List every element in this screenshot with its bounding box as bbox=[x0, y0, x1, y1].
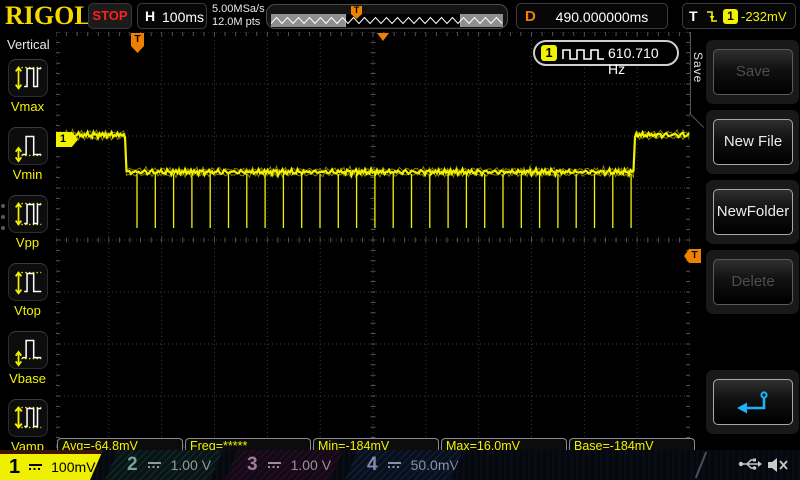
sidebar-item-label: Vbase bbox=[0, 371, 55, 386]
vmin-icon bbox=[8, 127, 48, 165]
vmax-icon bbox=[8, 59, 48, 97]
scope-graticule-and-trace bbox=[56, 32, 690, 448]
dc-coupling-icon bbox=[29, 464, 42, 470]
freq-counter-channel-badge: 1 bbox=[541, 45, 557, 61]
menu-title: Save bbox=[691, 52, 705, 83]
channel-1-tab[interactable]: 1 100mV bbox=[0, 450, 103, 480]
channel-2-tab[interactable]: 2 1.00 V bbox=[105, 450, 223, 480]
delay-label: D bbox=[525, 8, 536, 25]
trigger-label: T bbox=[689, 8, 698, 24]
trigger-level-value: -232mV bbox=[741, 9, 787, 24]
acquisition-status-badge: STOP bbox=[88, 3, 132, 29]
trigger-info-box: T 1 -232mV bbox=[682, 3, 796, 29]
dc-coupling-icon bbox=[268, 462, 281, 468]
delete-button[interactable]: Delete bbox=[713, 259, 793, 305]
menu-tab-border-diagonal bbox=[689, 113, 704, 128]
top-status-bar: RIGOL STOP H 100ms 5.00MSa/s 12.0M pts T… bbox=[0, 0, 800, 32]
waveform-overview-bar[interactable]: T bbox=[266, 4, 508, 29]
channel-scale: 50.0mV bbox=[411, 457, 459, 473]
waveform-display: 1 610.710 Hz 1 T T Avg=-64.8mV Freq=****… bbox=[56, 32, 690, 448]
speaker-muted-icon bbox=[766, 456, 790, 474]
channel-number: 3 bbox=[247, 454, 258, 476]
page-indicator-dot bbox=[1, 204, 5, 208]
return-arrow-icon bbox=[735, 389, 771, 417]
oscilloscope-screen: RIGOL STOP H 100ms 5.00MSa/s 12.0M pts T… bbox=[0, 0, 800, 480]
delay-value: 490.000000ms bbox=[543, 9, 661, 25]
vamp-icon bbox=[8, 399, 48, 437]
frequency-counter: 1 610.710 Hz bbox=[533, 40, 679, 66]
horizontal-label: H bbox=[145, 8, 155, 24]
overview-waveform bbox=[271, 14, 503, 27]
vpp-icon bbox=[8, 195, 48, 233]
channel-number: 4 bbox=[367, 454, 378, 476]
horizontal-timebase-box: H 100ms bbox=[137, 3, 207, 29]
dc-coupling-icon bbox=[388, 462, 401, 468]
rigol-logo: RIGOL bbox=[5, 1, 92, 31]
menu-strip: NewFolder bbox=[706, 180, 799, 244]
falling-edge-icon bbox=[705, 9, 719, 25]
center-time-marker-icon bbox=[377, 33, 389, 41]
square-wave-icon bbox=[562, 46, 606, 63]
status-bar-divider bbox=[695, 452, 707, 479]
channel-scale: 1.00 V bbox=[291, 457, 331, 473]
sample-rate-block: 5.00MSa/s 12.0M pts bbox=[212, 3, 265, 29]
menu-strip: Save bbox=[706, 40, 799, 104]
channel-number: 1 bbox=[9, 456, 20, 479]
sidebar-item-vbase[interactable]: Vbase bbox=[0, 331, 55, 386]
sidebar-item-label: Vmin bbox=[0, 167, 55, 182]
channel-scale: 100mV bbox=[51, 459, 95, 475]
channel-scale: 1.00 V bbox=[171, 457, 211, 473]
channel-status-bar: 1 100mV 2 1.00 V 3 1.00 V 4 50.0mV bbox=[0, 450, 800, 480]
trigger-source-badge: 1 bbox=[723, 9, 738, 24]
sidebar-item-vpp[interactable]: Vpp bbox=[0, 195, 55, 250]
sidebar-item-label: Vpp bbox=[0, 235, 55, 250]
channel-3-tab[interactable]: 3 1.00 V bbox=[225, 450, 343, 480]
freq-counter-value: 610.710 Hz bbox=[608, 45, 677, 77]
sidebar-item-label: Vmax bbox=[0, 99, 55, 114]
menu-back-button[interactable] bbox=[713, 379, 793, 425]
memory-depth: 12.0M pts bbox=[212, 16, 265, 29]
page-indicator-dot bbox=[1, 226, 5, 230]
channel-4-tab[interactable]: 4 50.0mV bbox=[345, 450, 463, 480]
page-indicator-dot bbox=[1, 215, 5, 219]
sidebar-item-vtop[interactable]: Vtop bbox=[0, 263, 55, 318]
new-folder-button[interactable]: NewFolder bbox=[713, 189, 793, 235]
vtop-icon bbox=[8, 263, 48, 301]
dc-coupling-icon bbox=[148, 462, 161, 468]
menu-strip: New File bbox=[706, 110, 799, 174]
sidebar-title: Vertical bbox=[0, 32, 55, 52]
new-file-button[interactable]: New File bbox=[713, 119, 793, 165]
channel-number: 2 bbox=[127, 454, 138, 476]
soft-menu: Save New File NewFolder Delete bbox=[704, 32, 800, 448]
menu-strip bbox=[706, 370, 799, 434]
usb-icon bbox=[738, 456, 762, 472]
menu-strip: Delete bbox=[706, 250, 799, 314]
measure-sidebar: Vertical Vmax Vmin Vpp bbox=[0, 32, 55, 450]
timebase-value: 100ms bbox=[162, 9, 204, 25]
sidebar-item-label: Vtop bbox=[0, 303, 55, 318]
sidebar-item-vmax[interactable]: Vmax bbox=[0, 59, 55, 114]
delay-box: D 490.000000ms bbox=[516, 3, 668, 29]
vbase-icon bbox=[8, 331, 48, 369]
save-button[interactable]: Save bbox=[713, 49, 793, 95]
sidebar-item-vmin[interactable]: Vmin bbox=[0, 127, 55, 182]
sample-rate: 5.00MSa/s bbox=[212, 3, 265, 16]
sidebar-item-vamp[interactable]: Vamp bbox=[0, 399, 55, 454]
